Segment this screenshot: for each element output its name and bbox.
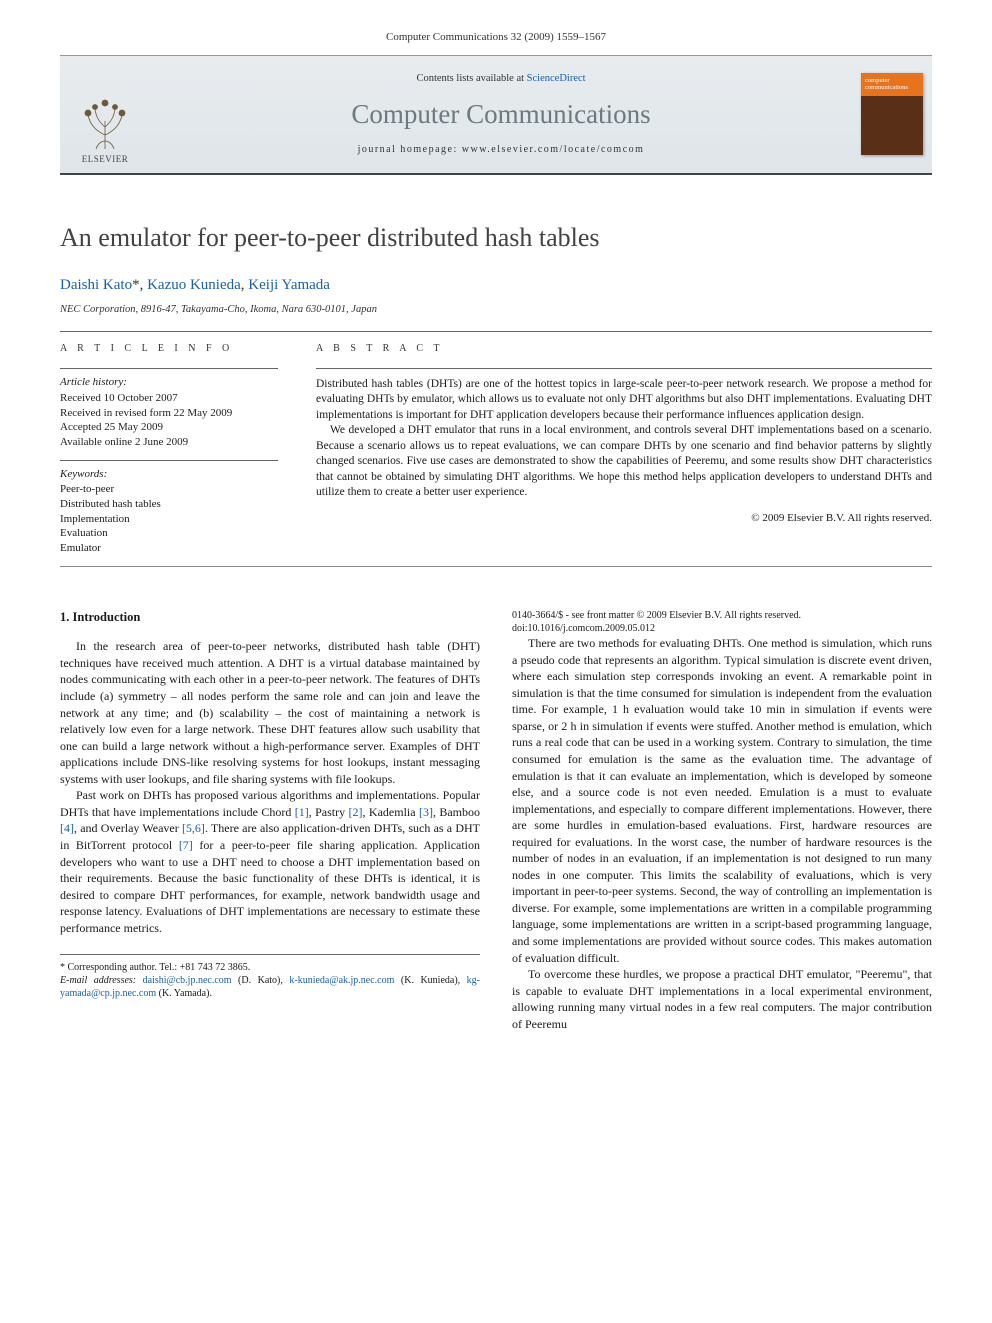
body-para: Past work on DHTs has proposed various a…: [60, 787, 480, 936]
body-two-column: 1. Introduction In the research area of …: [60, 609, 932, 1032]
text: , Pastry: [309, 805, 349, 819]
text: , and Overlay Weaver: [74, 821, 182, 835]
journal-title: Computer Communications: [150, 96, 852, 132]
author-link[interactable]: Keiji Yamada: [248, 277, 330, 293]
journal-cover-thumbnail: computer communications: [861, 73, 923, 155]
history-lines: Received 10 October 2007 Received in rev…: [60, 391, 278, 450]
text: (K. Yamada).: [156, 988, 212, 999]
abstract-column: A B S T R A C T Distributed hash tables …: [316, 342, 932, 556]
keyword: Distributed hash tables: [60, 497, 278, 512]
history-label: Article history:: [60, 375, 278, 390]
doi-line: doi:10.1016/j.comcom.2009.05.012: [512, 622, 932, 635]
abstract-para: We developed a DHT emulator that runs in…: [316, 423, 932, 501]
keyword: Evaluation: [60, 526, 278, 541]
email-link[interactable]: k-kunieda@ak.jp.nec.com: [289, 975, 394, 986]
contents-prefix: Contents lists available at: [416, 73, 526, 84]
info-abstract-row: A R T I C L E I N F O Article history: R…: [60, 342, 932, 556]
abstract-copyright: © 2009 Elsevier B.V. All rights reserved…: [316, 511, 932, 526]
text: , Kademlia: [363, 805, 419, 819]
keyword: Implementation: [60, 512, 278, 527]
ref-link[interactable]: [2]: [349, 805, 363, 819]
journal-cover-block: computer communications: [852, 56, 932, 173]
running-head: Computer Communications 32 (2009) 1559–1…: [60, 30, 932, 45]
email-line: E-mail addresses: daishi@cb.jp.nec.com (…: [60, 974, 480, 1000]
abstract-text: Distributed hash tables (DHTs) are one o…: [316, 377, 932, 501]
history-line: Received in revised form 22 May 2009: [60, 406, 278, 421]
email-link[interactable]: daishi@cb.jp.nec.com: [143, 975, 232, 986]
ref-link[interactable]: [3]: [419, 805, 433, 819]
corr-marker: *: [132, 277, 140, 293]
ref-link[interactable]: [4]: [60, 821, 74, 835]
history-line: Available online 2 June 2009: [60, 435, 278, 450]
history-line: Accepted 25 May 2009: [60, 420, 278, 435]
ref-link[interactable]: [7]: [179, 838, 193, 852]
keywords-label: Keywords:: [60, 467, 278, 482]
publisher-logo-block: ELSEVIER: [60, 56, 150, 173]
banner-center: Contents lists available at ScienceDirec…: [150, 56, 852, 173]
publisher-name: ELSEVIER: [82, 153, 129, 165]
divider: [60, 331, 932, 332]
journal-banner: ELSEVIER Contents lists available at Sci…: [60, 55, 932, 175]
section-heading-intro: 1. Introduction: [60, 609, 480, 626]
text: (K. Kunieda),: [394, 975, 466, 986]
ref-link[interactable]: [1]: [295, 805, 309, 819]
article-title: An emulator for peer-to-peer distributed…: [60, 220, 932, 255]
text: (D. Kato),: [232, 975, 290, 986]
text: for a peer-to-peer file sharing applicat…: [60, 838, 480, 935]
history-line: Received 10 October 2007: [60, 391, 278, 406]
sep: ,: [140, 277, 148, 293]
author-link[interactable]: Daishi Kato: [60, 277, 132, 293]
sciencedirect-link[interactable]: ScienceDirect: [527, 73, 586, 84]
homepage-url: www.elsevier.com/locate/comcom: [462, 144, 645, 155]
keyword: Emulator: [60, 541, 278, 556]
body-para: There are two methods for evaluating DHT…: [512, 635, 932, 966]
elsevier-logo: ELSEVIER: [70, 80, 140, 165]
doi-block: 0140-3664/$ - see front matter © 2009 El…: [512, 609, 932, 635]
body-para: To overcome these hurdles, we propose a …: [512, 966, 932, 1032]
homepage-prefix: journal homepage:: [358, 144, 462, 155]
elsevier-tree-icon: [78, 91, 133, 151]
keywords-block: Keywords: Peer-to-peer Distributed hash …: [60, 467, 278, 556]
footnotes-block: * Corresponding author. Tel.: +81 743 72…: [60, 954, 480, 1000]
abstract-head: A B S T R A C T: [316, 342, 932, 356]
divider: [60, 460, 278, 461]
article-info-column: A R T I C L E I N F O Article history: R…: [60, 342, 278, 556]
divider: [60, 368, 278, 369]
email-label: E-mail addresses:: [60, 975, 136, 986]
divider: [60, 566, 932, 567]
body-para: In the research area of peer-to-peer net…: [60, 638, 480, 787]
keyword: Peer-to-peer: [60, 482, 278, 497]
author-link[interactable]: Kazuo Kunieda: [147, 277, 241, 293]
divider: [316, 368, 932, 369]
author-list: Daishi Kato*, Kazuo Kunieda, Keiji Yamad…: [60, 275, 932, 295]
journal-homepage-line: journal homepage: www.elsevier.com/locat…: [150, 143, 852, 157]
corresponding-author-note: * Corresponding author. Tel.: +81 743 72…: [60, 961, 480, 974]
keywords-lines: Peer-to-peer Distributed hash tables Imp…: [60, 482, 278, 556]
text: , Bamboo: [433, 805, 480, 819]
journal-cover-label: computer communications: [865, 77, 919, 91]
front-matter-line: 0140-3664/$ - see front matter © 2009 El…: [512, 609, 932, 622]
affiliation: NEC Corporation, 8916-47, Takayama-Cho, …: [60, 303, 932, 317]
ref-link[interactable]: [5,6]: [182, 821, 205, 835]
contents-list-line: Contents lists available at ScienceDirec…: [150, 72, 852, 86]
abstract-para: Distributed hash tables (DHTs) are one o…: [316, 377, 932, 424]
article-info-head: A R T I C L E I N F O: [60, 342, 278, 356]
